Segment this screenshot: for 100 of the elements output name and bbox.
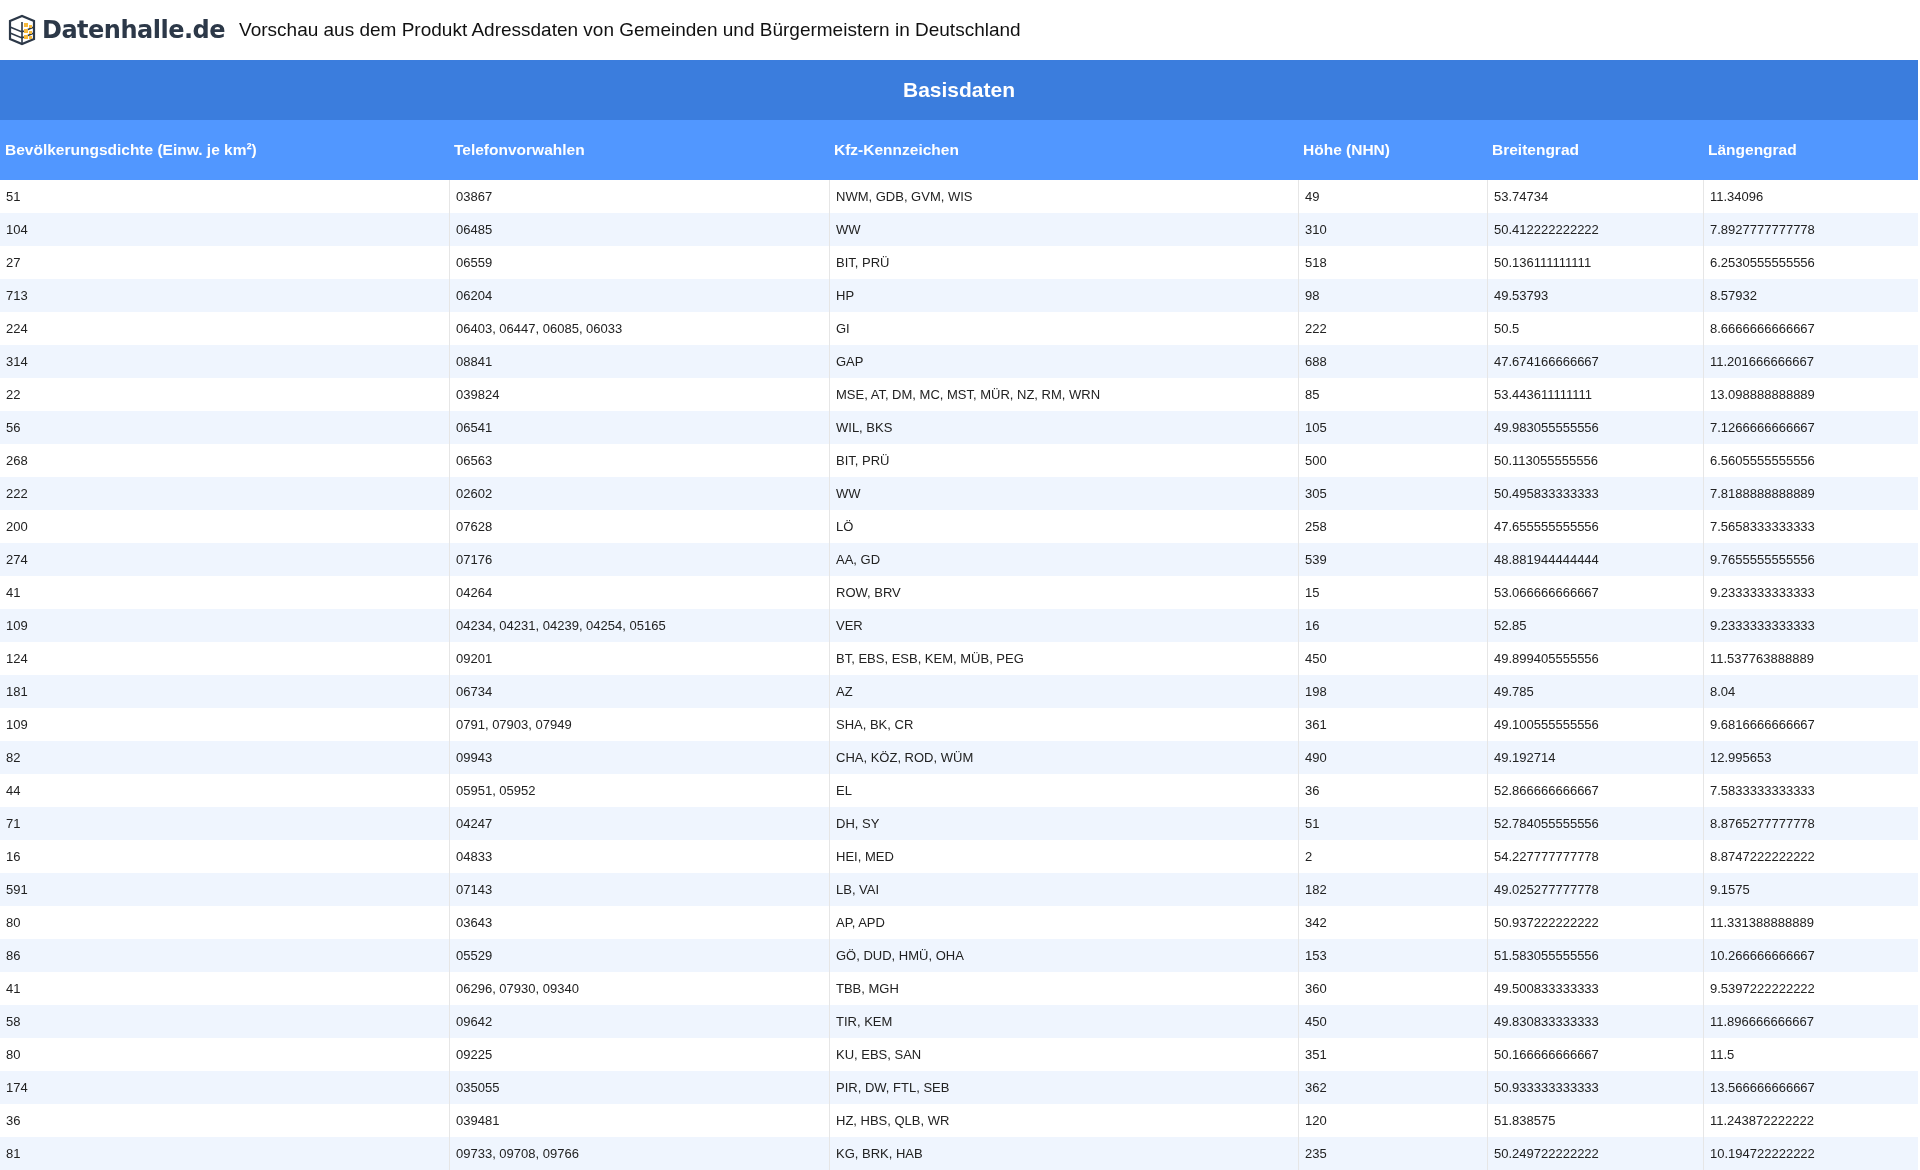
table-cell: 05529 [449,939,829,972]
table-cell: 104 [0,213,449,246]
table-cell: PIR, DW, FTL, SEB [829,1071,1298,1104]
table-cell: WW [829,477,1298,510]
table-cell-text: 124 [5,650,29,668]
table-cell: 688 [1298,345,1487,378]
table-cell: 8.57932 [1703,279,1918,312]
table-cell: 11.896666666667 [1703,1005,1918,1038]
table-cell: 49.025277777778 [1487,873,1703,906]
table-cell: 58 [0,1005,449,1038]
table-cell: 8.04 [1703,675,1918,708]
table-cell-text: 80 [5,914,22,932]
table-cell: 314 [0,345,449,378]
table-cell: 86 [0,939,449,972]
table-cell: 49.830833333333 [1487,1005,1703,1038]
table-cell: 07176 [449,543,829,576]
site-logo[interactable]: Datenhalle.de [6,14,226,46]
table-cell: 49.785 [1487,675,1703,708]
table-cell: DH, SY [829,807,1298,840]
table-cell: 07143 [449,873,829,906]
table-cell: VER [829,609,1298,642]
table-cell: 9.2333333333333 [1703,609,1918,642]
table-cell: 06734 [449,675,829,708]
table-cell: 198 [1298,675,1487,708]
table-cell: CHA, KÖZ, ROD, WÜM [829,741,1298,774]
table-cell: 8.8765277777778 [1703,807,1918,840]
table-cell: 181 [0,675,449,708]
table-cell: 109 [0,609,449,642]
table-cell: HP [829,279,1298,312]
table-cell: 51 [1298,807,1487,840]
table-cell-text: 22 [5,386,22,404]
table-cell: 153 [1298,939,1487,972]
table-cell: WIL, BKS [829,411,1298,444]
table-cell: 035055 [449,1071,829,1104]
table-cell: 11.201666666667 [1703,345,1918,378]
table-cell: 06204 [449,279,829,312]
table-cell: GAP [829,345,1298,378]
table-cell: 7.8188888888889 [1703,477,1918,510]
table-cell: 310 [1298,213,1487,246]
table-cell: 713 [0,279,449,312]
table-cell: 09943 [449,741,829,774]
table-cell: 305 [1298,477,1487,510]
database-logo-icon [6,14,38,46]
table-cell: 591 [0,873,449,906]
table-cell: GÖ, DUD, HMÜ, OHA [829,939,1298,972]
column-header: Höhe (NHN) [1298,120,1487,180]
table-cell: 52.85 [1487,609,1703,642]
column-header: Bevölkerungsdichte (Einw. je km²) [0,120,449,180]
table-cell: 71 [0,807,449,840]
table-cell: 47.674166666667 [1487,345,1703,378]
table-cell-text: 41 [5,980,22,998]
table-cell: 362 [1298,1071,1487,1104]
table-cell: 50.412222222222 [1487,213,1703,246]
table-cell: 08841 [449,345,829,378]
table-cell: 10.266666666667 [1703,939,1918,972]
table-cell: WW [829,213,1298,246]
table-cell-text: 16 [5,848,22,866]
table-cell: 9.1575 [1703,873,1918,906]
table-cell: 12.995653 [1703,741,1918,774]
table-cell: 539 [1298,543,1487,576]
table-cell: 02602 [449,477,829,510]
table-cell: 82 [0,741,449,774]
column-header: Breitengrad [1487,120,1703,180]
table-cell: 9.7655555555556 [1703,543,1918,576]
table-cell: 52.784055555556 [1487,807,1703,840]
table-cell: 235 [1298,1137,1487,1170]
table-cell: KG, BRK, HAB [829,1137,1298,1170]
table-cell: 10.194722222222 [1703,1137,1918,1170]
table-cell: 06541 [449,411,829,444]
table-cell-text: 109 [5,716,29,734]
table-cell-text: 51 [5,188,22,206]
table-cell: 49.983055555556 [1487,411,1703,444]
table-cell-text: 44 [5,782,22,800]
column-header: Kfz-Kennzeichen [829,120,1298,180]
table-cell: 182 [1298,873,1487,906]
table-cell: 56 [0,411,449,444]
table-cell-text: 268 [5,452,29,470]
column-header: Telefonvorwahlen [449,120,829,180]
table-cell-text: 224 [5,320,29,338]
table-cell: 98 [1298,279,1487,312]
table-cell: 105 [1298,411,1487,444]
table-cell: 48.881944444444 [1487,543,1703,576]
table-cell-text: 80 [5,1046,22,1064]
table-cell: 04234, 04231, 04239, 04254, 05165 [449,609,829,642]
table-cell: TIR, KEM [829,1005,1298,1038]
table-cell: 50.495833333333 [1487,477,1703,510]
table-cell: 50.249722222222 [1487,1137,1703,1170]
table-cell: 50.933333333333 [1487,1071,1703,1104]
column-header: Längengrad [1703,120,1918,180]
table-cell: LB, VAI [829,873,1298,906]
table-cell: 16 [1298,609,1487,642]
table-cell-text: 36 [5,1112,22,1130]
table-cell: 174 [0,1071,449,1104]
table-cell: 09642 [449,1005,829,1038]
table-cell-text: 200 [5,518,29,536]
table-cell: AZ [829,675,1298,708]
table-cell: 49.53793 [1487,279,1703,312]
table-cell: 7.1266666666667 [1703,411,1918,444]
table-cell: 450 [1298,1005,1487,1038]
page-title: Vorschau aus dem Produkt Adressdaten von Gemeinden und Bürgermeistern in Deutschland [239,19,1021,41]
